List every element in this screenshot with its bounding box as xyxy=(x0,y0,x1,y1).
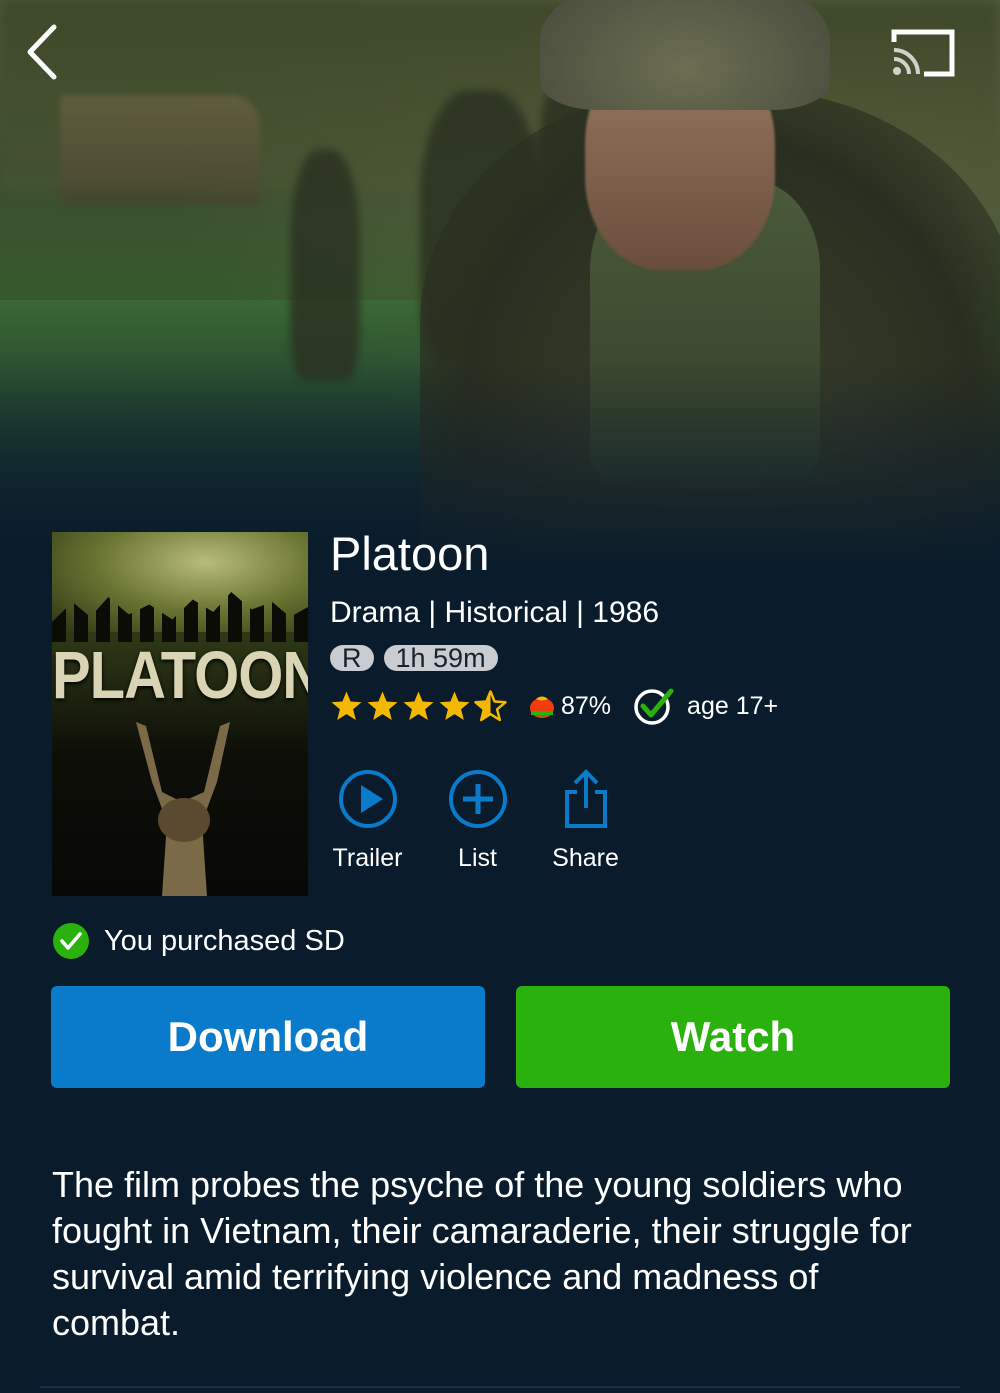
download-button[interactable]: Download xyxy=(51,986,485,1088)
star-half-icon xyxy=(474,689,507,721)
trailer-label: Trailer xyxy=(332,844,403,872)
badge-row: R 1h 59m xyxy=(330,645,498,672)
check-badge-icon xyxy=(53,923,89,959)
divider xyxy=(40,1386,960,1388)
movie-title: Platoon xyxy=(330,527,490,580)
backdrop-fade xyxy=(0,360,1000,560)
chevron-left-icon xyxy=(27,24,57,80)
back-button[interactable] xyxy=(20,22,64,82)
trailer-button[interactable]: Trailer xyxy=(330,768,405,873)
purchase-status: You purchased SD xyxy=(52,922,345,960)
cast-icon xyxy=(891,29,955,77)
purchase-status-text: You purchased SD xyxy=(104,924,345,957)
rating-row: 87% age 17+ xyxy=(330,686,778,726)
share-label: Share xyxy=(552,844,619,872)
tomatometer-score: 87% xyxy=(561,691,612,720)
share-icon xyxy=(564,769,607,828)
backdrop-helmet xyxy=(540,0,830,110)
action-row: Trailer List Share xyxy=(330,768,623,873)
movie-poster: PLATOON xyxy=(52,532,308,896)
cast-button[interactable] xyxy=(890,28,958,80)
plus-circle-icon xyxy=(448,770,507,828)
check-circle-icon xyxy=(634,688,674,725)
star-full-icon xyxy=(403,691,434,720)
mpaa-rating-badge: R xyxy=(330,645,374,672)
share-button[interactable]: Share xyxy=(548,768,623,873)
list-label: List xyxy=(458,844,497,872)
poster-title: PLATOON xyxy=(52,638,308,713)
star-full-icon xyxy=(367,691,398,720)
tomato-icon xyxy=(530,696,554,718)
star-full-icon xyxy=(439,691,470,720)
hero-backdrop xyxy=(0,0,1000,560)
age-rating: age 17+ xyxy=(687,691,779,720)
star-rating xyxy=(330,689,507,723)
backdrop-soldier xyxy=(290,150,360,380)
movie-description: The film probes the psyche of the young … xyxy=(52,1164,912,1343)
movie-meta: Drama | Historical | 1986 xyxy=(330,596,660,629)
list-button[interactable]: List xyxy=(440,768,515,873)
backdrop-hut xyxy=(60,95,260,205)
runtime-badge: 1h 59m xyxy=(383,645,498,672)
poster-figure xyxy=(136,722,230,896)
watch-button[interactable]: Watch xyxy=(516,986,950,1088)
play-circle-icon xyxy=(338,770,397,828)
star-full-icon xyxy=(331,691,362,720)
